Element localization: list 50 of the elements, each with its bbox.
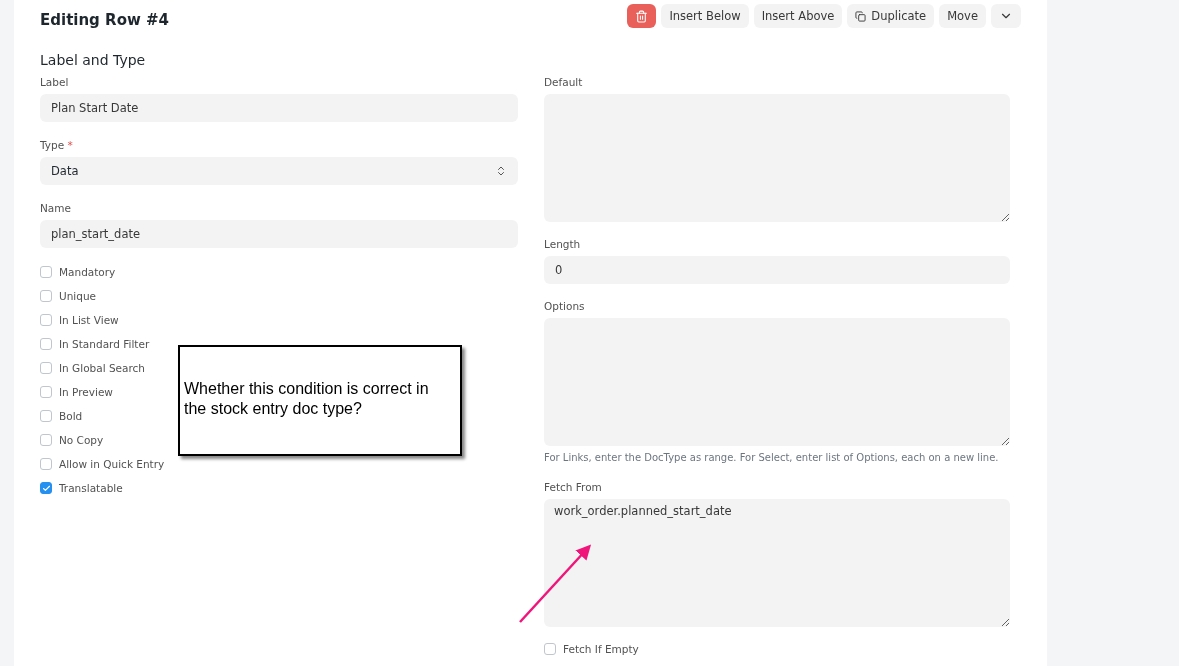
checkbox-label: In List View — [59, 314, 119, 326]
field-label: Label — [40, 76, 69, 88]
textarea-field[interactable] — [544, 94, 1010, 222]
checkbox[interactable] — [40, 266, 52, 278]
checkbox-label: Allow in Quick Entry — [59, 458, 165, 470]
input-field[interactable]: Plan Start Date — [40, 94, 518, 122]
field-description: For Links, enter the DocType as range. For Select, enter list of Options, each on a new line. — [544, 452, 1000, 463]
field-label: Default — [544, 76, 583, 88]
checkbox[interactable] — [544, 643, 556, 655]
field-label: Name — [40, 202, 71, 214]
more-button[interactable] — [991, 4, 1021, 28]
checkbox-label: Translatable — [59, 482, 123, 494]
checkbox[interactable] — [40, 386, 52, 398]
checkbox[interactable] — [40, 482, 52, 494]
checkbox[interactable] — [40, 458, 52, 470]
checkbox-label: In Global Search — [59, 362, 145, 374]
field-label: Type — [40, 139, 65, 151]
action-button[interactable]: Insert Above — [753, 4, 843, 28]
checkbox-label: In Preview — [59, 386, 113, 398]
textarea-field[interactable] — [544, 318, 1010, 446]
required-asterisk: * — [67, 139, 73, 151]
field-label: Options — [544, 300, 585, 312]
input-field[interactable]: plan_start_date — [40, 220, 518, 248]
checkbox-label: In Standard Filter — [59, 338, 150, 350]
delete-button[interactable] — [627, 4, 657, 28]
checkbox[interactable] — [40, 314, 52, 326]
field-label: Fetch From — [544, 481, 602, 493]
checkbox-label: Mandatory — [59, 266, 116, 278]
duplicate-button[interactable]: Duplicate — [847, 4, 935, 28]
field-label: Length — [544, 238, 581, 250]
checkbox[interactable] — [40, 434, 52, 446]
checkbox[interactable] — [40, 338, 52, 350]
checkbox[interactable] — [40, 362, 52, 374]
action-button[interactable]: Move — [939, 4, 986, 28]
sort-arrows-icon — [495, 165, 507, 177]
checkbox-label: No Copy — [59, 434, 104, 446]
annotation-tooltip: Whether this condition is correct in the stock entry doc type? — [178, 345, 462, 456]
copy-icon — [855, 10, 867, 22]
checkbox-label: Fetch If Empty — [563, 643, 639, 655]
textarea-field[interactable]: work_order.planned_start_date — [544, 499, 1010, 627]
page-title: Editing Row #4 — [40, 11, 170, 29]
checkbox-label: Unique — [59, 290, 97, 302]
checkbox[interactable] — [40, 410, 52, 422]
trash-icon — [635, 9, 649, 23]
select-field[interactable]: Data — [40, 157, 518, 185]
action-button[interactable]: Insert Below — [661, 4, 749, 28]
checkbox[interactable] — [40, 290, 52, 302]
section-title: Label and Type — [40, 52, 147, 68]
checkbox-label: Bold — [59, 410, 83, 422]
input-field[interactable]: 0 — [544, 256, 1010, 284]
